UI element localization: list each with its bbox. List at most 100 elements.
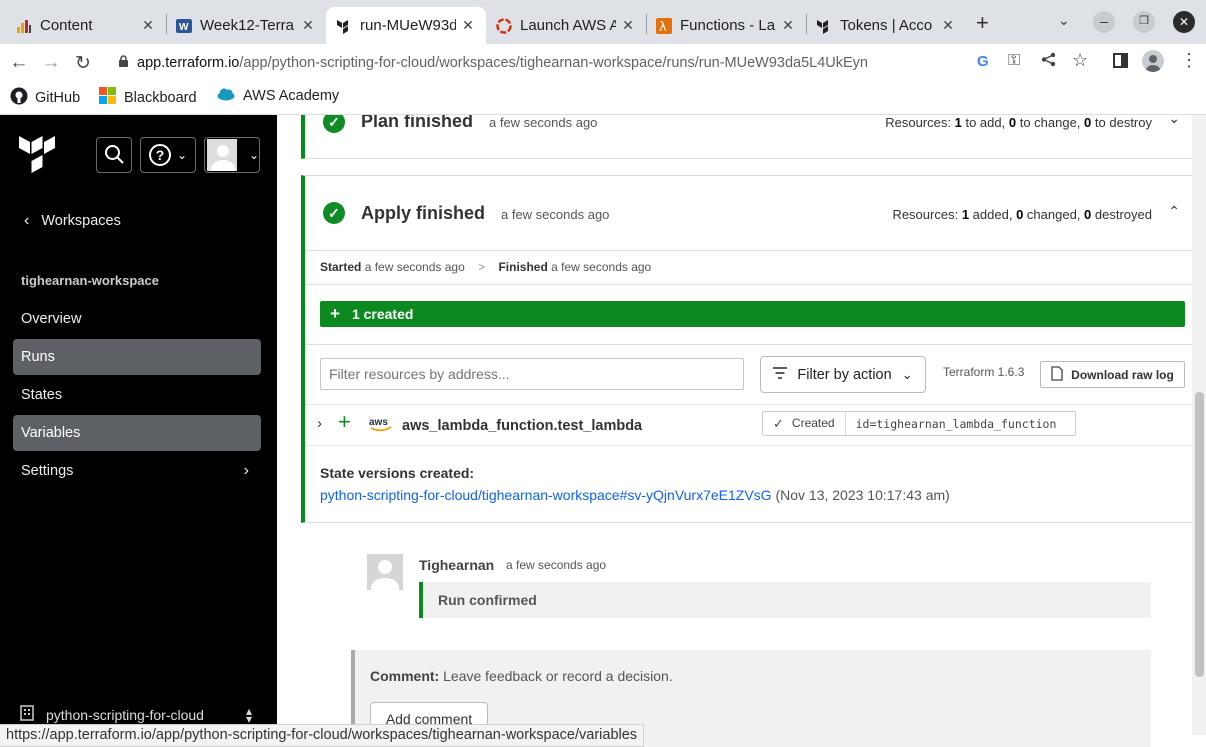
tab-launch-aws[interactable]: Launch AWS A ✕ [486, 7, 646, 44]
page-scrollbar[interactable] [1192, 115, 1206, 735]
reload-icon[interactable]: ↻ [68, 48, 98, 78]
url-field[interactable]: app.terraform.io/app/python-scripting-fo… [108, 48, 1108, 78]
sidebar-item-label: States [21, 387, 63, 403]
terraform-favicon-icon [336, 18, 352, 34]
sidebar-item-overview[interactable]: Overview [13, 301, 261, 337]
workspaces-label: Workspaces [41, 213, 121, 229]
bookmark-label: GitHub [35, 90, 81, 106]
comment-user: Tighearnan [419, 557, 495, 573]
close-icon[interactable]: ✕ [140, 17, 156, 34]
help-icon: ? [148, 144, 171, 166]
chevron-down-icon: ⌄ [176, 148, 188, 162]
chevron-right-icon: › [243, 462, 249, 479]
search-icon [104, 144, 124, 167]
tab-title: Content [40, 17, 93, 34]
organization-switcher[interactable]: python-scripting-for-cloud ▴ ▾ [20, 705, 252, 725]
plus-icon: + [330, 304, 340, 323]
sidebar: ? ⌄ ⌄ ‹ Workspaces tighearnan-workspace … [0, 115, 277, 747]
cloud-icon [217, 87, 236, 105]
sidebar-item-label: Runs [21, 349, 55, 365]
state-version-link[interactable]: python-scripting-for-cloud/tighearnan-wo… [320, 487, 772, 503]
sidebar-item-label: Variables [21, 425, 81, 441]
resource-id: id=tighearnan_lambda_function [855, 416, 1057, 431]
apply-finished-card: ✓ Apply finished a few seconds ago Resou… [301, 175, 1193, 523]
close-icon[interactable]: ✕ [620, 17, 636, 34]
tab-tokens[interactable]: Tokens | Acco ✕ [806, 7, 966, 44]
aws-logo-icon: aws [369, 415, 393, 433]
document-icon [1051, 365, 1063, 384]
close-icon[interactable]: ✕ [940, 17, 956, 34]
chart-favicon-icon [16, 18, 32, 34]
terraform-logo-icon[interactable] [19, 136, 55, 179]
status-bar-url: https://app.terraform.io/app/python-scri… [0, 724, 645, 747]
status-created: Created [792, 412, 846, 435]
building-icon [20, 705, 34, 724]
tab-week12[interactable]: W Week12-Terra ✕ [166, 7, 326, 44]
chevron-down-icon[interactable]: ⌄ [1168, 115, 1180, 127]
bookmark-blackboard[interactable]: Blackboard [99, 87, 197, 109]
chevron-right-icon[interactable]: › [317, 415, 322, 432]
close-icon[interactable]: ✕ [460, 17, 476, 34]
state-version-date: (Nov 13, 2023 10:17:43 am) [775, 487, 950, 503]
sidebar-item-states[interactable]: States [13, 377, 261, 413]
comment-time: a few seconds ago [506, 558, 607, 572]
profile-icon[interactable] [1142, 50, 1164, 72]
organization-name: python-scripting-for-cloud [46, 706, 204, 723]
forward-arrow-icon[interactable]: → [36, 48, 66, 78]
filter-label: Filter by action [797, 366, 892, 383]
checkmark-icon: ✓ [773, 415, 784, 431]
avatar [367, 554, 403, 590]
comment-hint: Leave feedback or record a decision. [443, 668, 673, 684]
created-summary-bar[interactable]: + 1 created [320, 301, 1185, 327]
bookmark-star-icon[interactable]: ☆ [1072, 50, 1088, 71]
bookmark-github[interactable]: GitHub [10, 87, 80, 109]
resource-address: aws_lambda_function.test_lambda [402, 418, 643, 434]
aws-academy-favicon-icon [496, 17, 512, 34]
filter-resources-input[interactable] [320, 358, 744, 390]
tab-search-icon[interactable]: ⌄ [1058, 12, 1070, 29]
chevron-left-icon: ‹ [24, 212, 30, 229]
tab-functions[interactable]: λ Functions - La ✕ [646, 7, 806, 44]
restore-icon[interactable]: ❐ [1133, 11, 1155, 33]
menu-kebab-icon[interactable]: ⋮ [1180, 50, 1198, 71]
back-to-workspaces-link[interactable]: ‹ Workspaces [24, 212, 121, 230]
close-icon[interactable]: ✕ [780, 17, 796, 34]
close-window-icon[interactable]: ✕ [1173, 11, 1195, 33]
minimize-icon[interactable]: – [1093, 11, 1115, 33]
blackboard-icon [99, 87, 117, 109]
google-icon[interactable]: G [977, 53, 989, 70]
comment-label: Comment: [370, 668, 440, 684]
word-favicon-icon: W [176, 18, 192, 34]
close-icon[interactable]: ✕ [300, 17, 316, 34]
sidebar-item-settings[interactable]: Settings › [13, 453, 261, 489]
plan-finished-card[interactable]: ✓ Plan finished a few seconds ago Resour… [301, 115, 1193, 159]
new-tab-icon[interactable]: + [976, 10, 989, 36]
bookmark-aws-academy[interactable]: AWS Academy [217, 87, 339, 105]
apply-resources-summary: Resources: 1 added, 0 changed, 0 destroy… [892, 207, 1152, 222]
scrollbar-thumb[interactable] [1195, 392, 1204, 677]
resource-row[interactable]: › + aws aws_lambda_function.test_lambda … [305, 405, 1193, 445]
resource-status-badge: ✓ Created id=tighearnan_lambda_function [762, 411, 1076, 436]
tab-run-active[interactable]: run-MUeW93d ✕ [326, 7, 486, 44]
share-icon[interactable] [1041, 52, 1056, 70]
svg-text:λ: λ [659, 20, 667, 34]
filter-by-action-button[interactable]: Filter by action ⌄ [760, 356, 926, 393]
search-button[interactable] [96, 137, 132, 173]
sidebar-item-runs[interactable]: Runs [13, 339, 261, 375]
user-menu-button[interactable]: ⌄ [204, 137, 260, 173]
sidebar-item-variables[interactable]: Variables [13, 415, 261, 451]
plan-title: Plan finished [361, 115, 474, 131]
success-check-icon: ✓ [323, 202, 345, 224]
tab-title: Tokens | Acco [840, 17, 933, 34]
back-arrow-icon[interactable]: ← [4, 48, 34, 78]
key-icon[interactable]: ⚿ [1008, 52, 1020, 70]
plan-resources-summary: Resources: 1 to add, 0 to change, 0 to d… [885, 115, 1152, 130]
side-panel-icon[interactable] [1113, 53, 1128, 71]
help-menu-button[interactable]: ? ⌄ [140, 137, 196, 173]
chevron-up-icon[interactable]: ⌃ [1168, 203, 1180, 220]
tab-content[interactable]: Content ✕ [6, 7, 166, 44]
github-icon [10, 87, 28, 109]
run-confirmed-message: Run confirmed [419, 582, 1151, 618]
download-raw-log-button[interactable]: Download raw log [1040, 361, 1185, 388]
terraform-version: Terraform 1.6.3 [943, 365, 1025, 379]
